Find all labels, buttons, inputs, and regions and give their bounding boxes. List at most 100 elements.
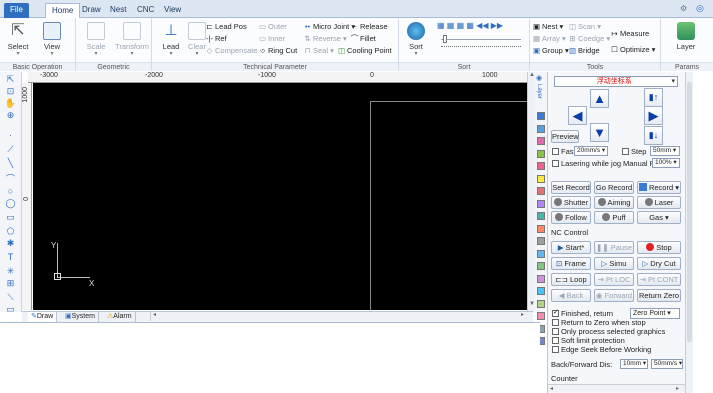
set-record-button[interactable]: Set Record [551,181,591,194]
laser-button[interactable]: Laser [637,196,681,209]
panel-vertical-scrollbar[interactable] [685,72,693,393]
coordinate-system-select[interactable]: 浮动坐标系 ▾ [554,76,678,87]
layer-color-swatch[interactable] [537,262,545,270]
layer-color-swatch[interactable] [537,162,545,170]
sort-group-icon[interactable]: ▦ [457,21,465,30]
nest-button[interactable]: ▣ Nest ▾ [532,21,563,32]
rectangle-icon[interactable]: ▭ [4,212,17,223]
sort-order-icon[interactable]: ▦ [466,21,474,30]
array-button[interactable]: ▦ Array ▾ [532,33,566,44]
forward-button[interactable]: ◉ Forward [594,289,634,302]
seal-button[interactable]: ⊓ Seal ▾ [303,45,334,56]
scroll-left-icon[interactable]: ◂ [153,311,156,318]
stop-button[interactable]: Stop [637,241,681,254]
lasering-while-jog-checkbox[interactable]: Lasering while jog [552,159,621,168]
simulate-button[interactable]: ▷ Simu [594,257,634,270]
layer-color-swatch[interactable] [537,112,545,120]
canvas-vertical-scrollbar[interactable]: ▲ ▼ [527,72,535,312]
scroll-left-icon[interactable]: ◂ [550,385,553,392]
step-size-select[interactable]: 50mm ▾ [650,146,680,156]
z-up-button[interactable]: ▮↑ [644,88,663,107]
tab-draw-bottom[interactable]: ✎Draw [28,312,58,322]
layer-color-swatch[interactable] [537,174,545,183]
compensate-button[interactable]: ◇ Compensate [205,45,258,56]
puff-button[interactable]: Puff [594,211,634,224]
tab-nest[interactable]: Nest [104,3,132,18]
measure-button[interactable]: ↦ Measure [610,28,649,39]
pt-loc-button[interactable]: ⇥ Pt LOC [594,273,634,286]
jog-right-button[interactable]: ▶ [644,106,663,125]
outer-button[interactable]: ▭ Outer [258,21,287,32]
only-selected-checkbox[interactable]: Only process selected graphics [552,327,665,336]
sort-button[interactable]: Sort ▾ [402,20,430,57]
tab-view[interactable]: View [158,3,187,18]
record-button[interactable]: Record ▾ [637,181,681,194]
layer-color-swatch[interactable] [537,149,545,158]
select-button[interactable]: ⇱ Select ▾ [3,20,33,57]
layer-color-swatch[interactable] [537,137,545,145]
layer-color-swatch[interactable] [537,124,545,133]
layer-filter-icon[interactable]: ◉ [536,74,542,82]
optimize-button[interactable]: ☐ Optimize ▾ [610,44,655,55]
z-down-button[interactable]: ▮↓ [644,126,663,145]
manual-power-select[interactable]: 100% ▾ [652,158,680,168]
group-button[interactable]: ▣ Group ▾ [532,45,569,56]
tab-cnc[interactable]: CNC [131,3,160,18]
tab-alarm-bottom[interactable]: ⚠Alarm [104,312,136,322]
scroll-thumb[interactable] [687,82,692,342]
finished-return-checkbox[interactable]: Finished, return [552,308,613,318]
scroll-right-icon[interactable]: ▸ [521,311,524,318]
arc-icon[interactable]: ⌒ [4,174,17,185]
canvas-horizontal-scrollbar[interactable]: ◂ ▸ [150,311,530,321]
jog-up-button[interactable]: ▲ [590,89,609,108]
inner-button[interactable]: ▭ Inner [258,33,285,44]
dry-cut-button[interactable]: ▷ Dry Cut [637,257,681,270]
pause-button[interactable]: ❚❚ Pause [594,241,634,254]
step-checkbox[interactable]: Step [622,147,646,156]
jog-left-button[interactable]: ◀ [568,106,587,125]
minimize-ribbon-icon[interactable]: ◎ [696,3,704,14]
point-icon[interactable]: · [4,130,17,141]
gas-button[interactable]: Gas ▾ [637,211,681,224]
bridge-button[interactable]: ▥ Bridge [568,45,600,56]
ruler-icon[interactable]: ▭ [4,304,17,315]
fast-checkbox[interactable]: Fast [552,147,576,156]
lead-pos-button[interactable]: ⊏ Lead Pos [205,21,246,32]
layer-color-swatch[interactable] [537,212,545,220]
micro-joint-button[interactable]: •• Micro Joint ▾ [303,21,355,32]
layer-color-swatch[interactable] [537,224,545,233]
reverse-button[interactable]: ⇅ Reverse ▾ [303,33,346,44]
zoom-icon[interactable]: ⊕ [4,110,17,121]
polyline-icon[interactable]: ╲ [4,158,17,169]
sort-prev-icon[interactable]: ◀◀ [476,21,488,30]
sort-slider-handle[interactable] [443,35,447,43]
node-edit-icon[interactable]: ⊡ [4,86,17,97]
ref-button[interactable]: -|- Ref [205,33,227,44]
tab-file[interactable]: File [4,3,29,18]
stamp-icon[interactable]: ✳ [4,266,17,277]
help-icon[interactable]: ⚙ [680,4,687,13]
layer-color-swatch[interactable] [537,249,545,258]
frame-button[interactable]: ⊡ Frame [551,257,591,270]
release-button[interactable]: ⌐ Release [350,21,387,32]
panel-horizontal-scrollbar[interactable]: ◂ ▸ [548,384,685,392]
coedge-button[interactable]: ⊞ Coedge ▾ [568,33,610,44]
sort-local-icon[interactable]: ▦ [447,21,455,30]
follow-button[interactable]: Follow [551,211,591,224]
go-record-button[interactable]: Go Record [594,181,634,194]
sort-next-icon[interactable]: ▶▶ [491,21,503,30]
pan-icon[interactable]: ✋ [4,98,17,109]
layer-button[interactable]: Layer [671,20,701,51]
select-tool-icon[interactable]: ⇱ [4,74,17,85]
loop-button[interactable]: ⊏⊐ Loop [551,273,591,286]
scan-button[interactable]: ◫ Scan ▾ [568,21,601,32]
line-icon[interactable]: ⟋ [4,144,17,155]
back-forward-speed-select[interactable]: 50mm/s ▾ [651,359,683,369]
return-zero-when-stop-checkbox[interactable]: Return to Zero when stop [552,318,646,327]
polygon-icon[interactable]: ⬠ [4,226,17,237]
scale-button[interactable]: Scale ▾ [81,20,111,57]
text-icon[interactable]: T [4,252,17,263]
layer-color-swatch[interactable] [537,299,545,308]
edge-seek-checkbox[interactable]: Edge Seek Before Working [552,345,651,354]
drawing-canvas[interactable]: Y X [33,83,533,310]
